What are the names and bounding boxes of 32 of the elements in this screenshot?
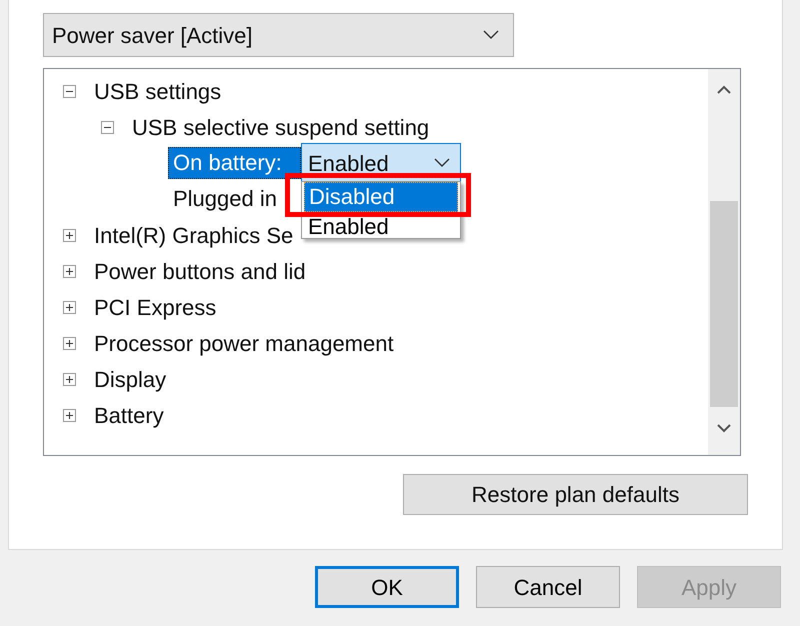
plan-dropdown[interactable]: Power saver [Active] [43, 13, 514, 57]
setting-label[interactable]: Plugged in [168, 184, 301, 214]
dropdown-value: Enabled [308, 150, 389, 178]
collapse-icon[interactable] [63, 84, 76, 98]
dropdown-option[interactable]: Enabled [304, 212, 458, 238]
tree-item[interactable]: USB selective suspend setting [132, 110, 430, 144]
expand-icon[interactable] [63, 408, 76, 422]
chevron-down-icon [483, 30, 499, 40]
scrollbar-thumb[interactable] [710, 201, 738, 407]
setting-label[interactable]: On battery: [168, 147, 301, 179]
dialog-button[interactable]: Cancel [476, 566, 620, 608]
tree-item[interactable]: Intel(R) Graphics Se [94, 218, 294, 252]
tree-item[interactable]: USB settings [94, 74, 222, 108]
tree-item[interactable]: Processor power management [94, 326, 394, 360]
expand-icon[interactable] [63, 264, 76, 278]
dialog-button[interactable]: OK [315, 566, 459, 608]
expand-icon[interactable] [63, 336, 76, 350]
scrollbar[interactable] [708, 69, 740, 455]
tree-item[interactable]: Display [94, 362, 166, 396]
collapse-icon[interactable] [101, 120, 114, 134]
expand-icon[interactable] [63, 228, 76, 242]
restore-defaults-button[interactable]: Restore plan defaults [403, 474, 748, 515]
scroll-down-icon[interactable] [717, 423, 731, 433]
plan-value: Power saver [Active] [52, 22, 253, 50]
expand-icon[interactable] [63, 300, 76, 314]
scroll-up-icon[interactable] [717, 85, 731, 95]
expand-icon[interactable] [63, 372, 76, 386]
dropdown-option[interactable]: Disabled [304, 182, 458, 212]
tree-item[interactable]: Power buttons and lid [94, 254, 306, 288]
chevron-down-icon [434, 158, 450, 168]
tree-item[interactable]: PCI Express [94, 290, 216, 324]
tree-item[interactable]: Battery [94, 398, 164, 432]
